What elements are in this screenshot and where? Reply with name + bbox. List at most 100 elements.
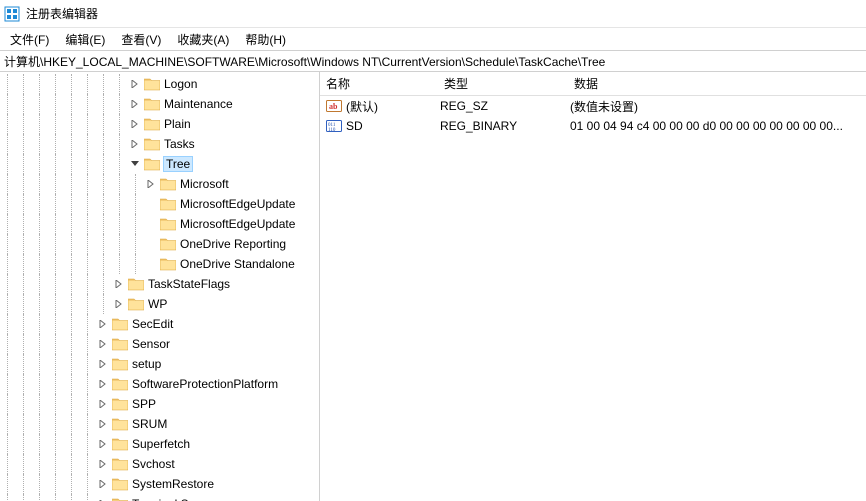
tree-item[interactable]: OneDrive Standalone	[0, 254, 319, 274]
list-row[interactable]: ab(默认)REG_SZ(数值未设置)	[320, 96, 866, 116]
tree-guide	[80, 374, 96, 394]
tree-guide	[80, 334, 96, 354]
tree-guide	[16, 334, 32, 354]
tree-item[interactable]: TaskStateFlags	[0, 274, 319, 294]
tree-guide	[64, 234, 80, 254]
tree-item[interactable]: WP	[0, 294, 319, 314]
tree-guide	[48, 334, 64, 354]
tree-guide	[16, 174, 32, 194]
tree-item[interactable]: Maintenance	[0, 94, 319, 114]
folder-icon	[112, 377, 128, 391]
tree-item[interactable]: Svchost	[0, 454, 319, 474]
column-header-name[interactable]: 名称	[326, 75, 444, 92]
menu-help[interactable]: 帮助(H)	[237, 29, 294, 50]
tree-guide	[80, 134, 96, 154]
tree-guide	[0, 394, 16, 414]
tree-guide	[48, 234, 64, 254]
tree-item[interactable]: Terminal Server	[0, 494, 319, 501]
tree-guide	[0, 494, 16, 501]
toggle-spacer	[144, 257, 158, 271]
tree-guide	[48, 454, 64, 474]
tree-guide	[128, 234, 144, 254]
tree-item[interactable]: Superfetch	[0, 434, 319, 454]
chevron-right-icon[interactable]	[144, 177, 158, 191]
tree-guide	[16, 194, 32, 214]
chevron-right-icon[interactable]	[96, 317, 110, 331]
menu-file[interactable]: 文件(F)	[2, 29, 57, 50]
chevron-right-icon[interactable]	[96, 477, 110, 491]
tree-guide	[80, 194, 96, 214]
chevron-right-icon[interactable]	[96, 357, 110, 371]
chevron-right-icon[interactable]	[96, 497, 110, 501]
tree-item[interactable]: Sensor	[0, 334, 319, 354]
folder-icon	[160, 257, 176, 271]
tree-item[interactable]: SecEdit	[0, 314, 319, 334]
tree-guide	[0, 194, 16, 214]
chevron-right-icon[interactable]	[112, 297, 126, 311]
tree-guide	[80, 154, 96, 174]
address-bar[interactable]: 计算机\HKEY_LOCAL_MACHINE\SOFTWARE\Microsof…	[0, 50, 866, 72]
tree-guide	[16, 454, 32, 474]
tree-guide	[32, 474, 48, 494]
tree-guide	[48, 174, 64, 194]
column-header-data[interactable]: 数据	[574, 75, 866, 92]
column-header-type[interactable]: 类型	[444, 75, 574, 92]
folder-icon	[160, 237, 176, 251]
chevron-down-icon[interactable]	[128, 157, 142, 171]
tree-guide	[32, 74, 48, 94]
tree-guide	[48, 74, 64, 94]
tree-item[interactable]: Logon	[0, 74, 319, 94]
chevron-right-icon[interactable]	[96, 397, 110, 411]
tree-guide	[0, 134, 16, 154]
chevron-right-icon[interactable]	[112, 277, 126, 291]
chevron-right-icon[interactable]	[128, 77, 142, 91]
tree-guide	[16, 394, 32, 414]
tree-item[interactable]: setup	[0, 354, 319, 374]
tree-item[interactable]: Tasks	[0, 134, 319, 154]
tree-guide	[112, 114, 128, 134]
chevron-right-icon[interactable]	[96, 457, 110, 471]
list-row[interactable]: 011110SDREG_BINARY01 00 04 94 c4 00 00 0…	[320, 116, 866, 136]
chevron-right-icon[interactable]	[128, 97, 142, 111]
tree-guide	[96, 134, 112, 154]
chevron-right-icon[interactable]	[96, 337, 110, 351]
tree-item[interactable]: SoftwareProtectionPlatform	[0, 374, 319, 394]
tree-guide	[64, 74, 80, 94]
tree-guide	[48, 154, 64, 174]
menu-favorites[interactable]: 收藏夹(A)	[169, 29, 237, 50]
tree-guide	[112, 74, 128, 94]
tree-pane[interactable]: LogonMaintenancePlainTasksTreeMicrosoftM…	[0, 72, 320, 501]
tree-guide	[112, 234, 128, 254]
tree-guide	[0, 294, 16, 314]
tree-guide	[64, 414, 80, 434]
chevron-right-icon[interactable]	[96, 417, 110, 431]
folder-icon	[112, 317, 128, 331]
tree-guide	[48, 254, 64, 274]
chevron-right-icon[interactable]	[128, 137, 142, 151]
binary-value-icon: 011110	[326, 118, 342, 134]
chevron-right-icon[interactable]	[128, 117, 142, 131]
cell-data: (数值未设置)	[570, 98, 866, 115]
tree-item[interactable]: MicrosoftEdgeUpdate	[0, 214, 319, 234]
tree-item[interactable]: Plain	[0, 114, 319, 134]
menu-view[interactable]: 查看(V)	[113, 29, 169, 50]
menu-edit[interactable]: 编辑(E)	[57, 29, 113, 50]
chevron-right-icon[interactable]	[96, 377, 110, 391]
tree-item[interactable]: Tree	[0, 154, 319, 174]
tree-guide	[64, 174, 80, 194]
tree-item[interactable]: SRUM	[0, 414, 319, 434]
list-header: 名称 类型 数据	[320, 72, 866, 96]
tree-item[interactable]: SPP	[0, 394, 319, 414]
tree-guide	[96, 234, 112, 254]
tree-item[interactable]: SystemRestore	[0, 474, 319, 494]
tree-item[interactable]: MicrosoftEdgeUpdate	[0, 194, 319, 214]
tree-item[interactable]: OneDrive Reporting	[0, 234, 319, 254]
tree-item[interactable]: Microsoft	[0, 174, 319, 194]
tree-guide	[16, 474, 32, 494]
tree-guide	[96, 294, 112, 314]
cell-type: REG_BINARY	[440, 119, 570, 133]
folder-icon	[112, 437, 128, 451]
chevron-right-icon[interactable]	[96, 437, 110, 451]
tree-item-label: WP	[148, 297, 167, 311]
tree-guide	[16, 74, 32, 94]
